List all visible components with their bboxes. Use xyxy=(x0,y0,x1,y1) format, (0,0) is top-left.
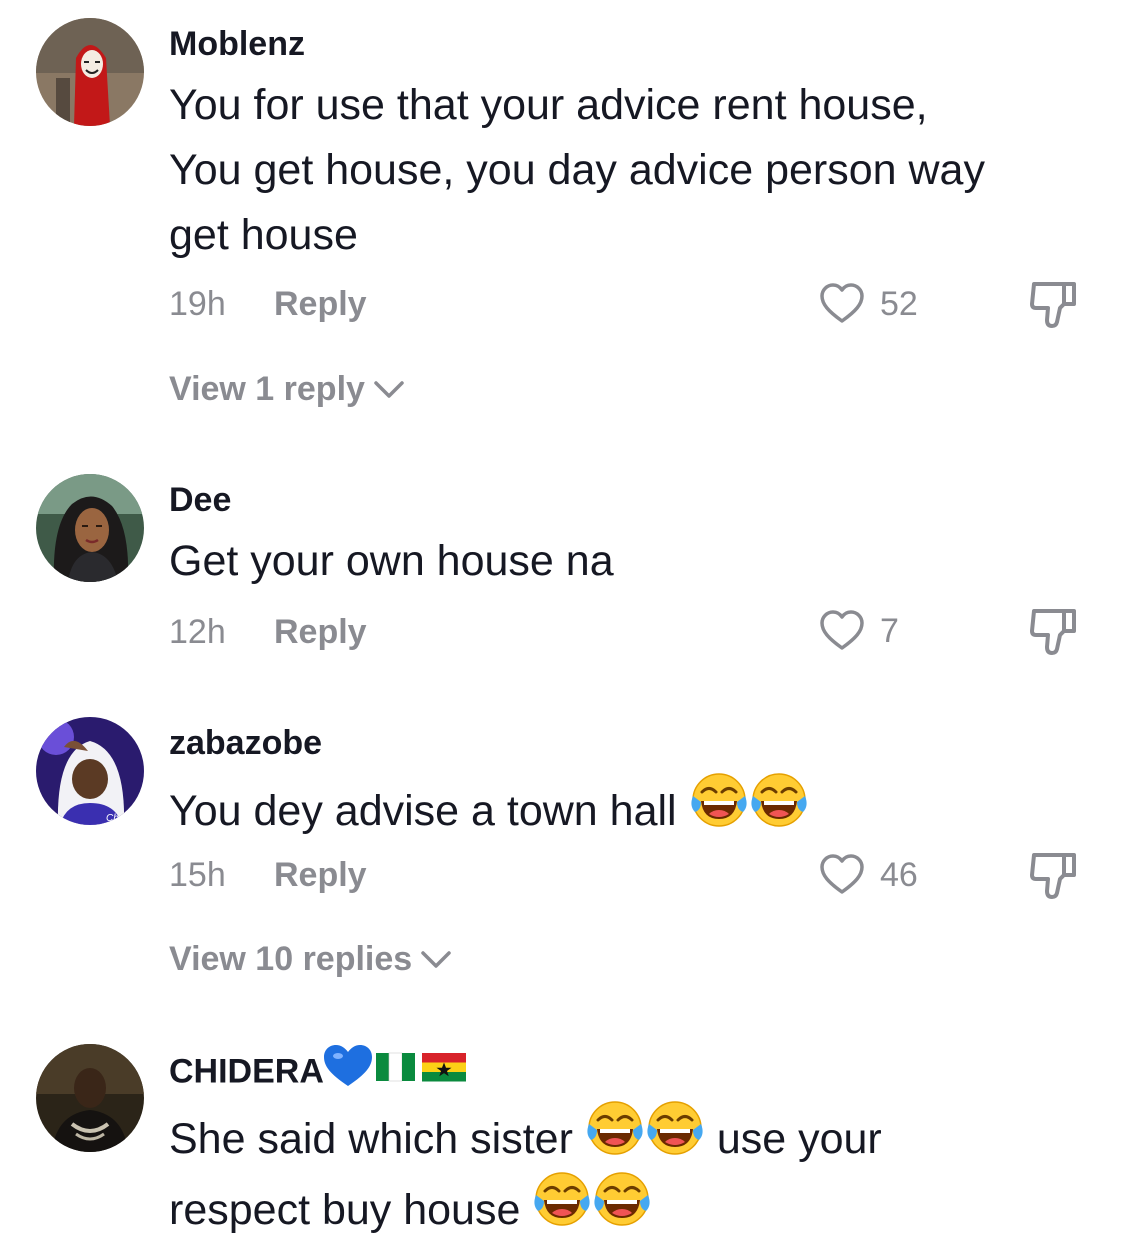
thumbs-down-icon[interactable] xyxy=(1028,278,1080,330)
heart-icon xyxy=(818,280,866,328)
comment-text-segment: use your xyxy=(716,1114,882,1163)
blue-heart-icon xyxy=(323,1045,372,1086)
reply-button[interactable]: Reply xyxy=(274,613,367,652)
comment-text-segment: She said which sister xyxy=(169,1114,573,1163)
comment-text-line: respect buy house xyxy=(169,1177,1079,1248)
comment-text-segment: respect buy house xyxy=(169,1185,521,1234)
username[interactable]: zabazobe xyxy=(169,723,322,763)
avatar[interactable] xyxy=(36,474,144,582)
thumbs-down-icon[interactable] xyxy=(1028,605,1080,657)
username-text: CHIDERA xyxy=(169,1052,324,1091)
thumbs-down-icon[interactable] xyxy=(1028,849,1080,901)
like-button[interactable]: 46 xyxy=(818,851,918,899)
comment-text: You for use that your advice rent house,… xyxy=(169,73,1079,268)
timestamp: 15h xyxy=(169,855,226,894)
avatar[interactable]: Ch xyxy=(36,717,144,825)
avatar[interactable] xyxy=(36,1044,144,1152)
view-replies-label: View 1 reply xyxy=(169,370,365,408)
ghana-flag-icon xyxy=(421,1053,466,1082)
like-count: 52 xyxy=(880,284,918,323)
timestamp: 12h xyxy=(169,612,226,651)
username-emojis xyxy=(323,1044,474,1097)
view-replies-button[interactable]: View 10 replies xyxy=(169,940,452,979)
comment-meta: 19h Reply xyxy=(169,284,367,324)
laughing-emoji-icon xyxy=(749,770,809,849)
username[interactable]: CHIDERA xyxy=(169,1045,474,1097)
laughing-emoji-icon xyxy=(592,1169,652,1248)
comment-text-line: She said which sister use your xyxy=(169,1106,1079,1177)
svg-text:Ch: Ch xyxy=(106,813,119,824)
comment-meta: 15h Reply xyxy=(169,855,367,895)
heart-icon xyxy=(818,607,866,655)
view-replies-label: View 10 replies xyxy=(169,940,413,978)
nigeria-flag-icon xyxy=(375,1052,415,1082)
laughing-emoji-icon xyxy=(689,770,749,849)
laughing-emoji-icon xyxy=(532,1169,592,1248)
comment-text-line: You get house, you day advice person way xyxy=(169,146,985,194)
comment-text: Get your own house na xyxy=(169,537,614,585)
heart-icon xyxy=(818,851,866,899)
view-replies-button[interactable]: View 1 reply xyxy=(169,370,405,409)
chevron-down-icon xyxy=(421,950,451,968)
like-button[interactable]: 7 xyxy=(818,607,899,655)
laughing-emoji-icon xyxy=(645,1098,705,1177)
comment-text-line: get house xyxy=(169,211,358,259)
reply-button[interactable]: Reply xyxy=(274,856,367,895)
like-count: 7 xyxy=(880,611,899,650)
timestamp: 19h xyxy=(169,284,226,323)
comment-text: She said which sister use your respect b… xyxy=(169,1106,1079,1248)
username[interactable]: Dee xyxy=(169,480,231,520)
comment-text-body: You dey advise a town hall xyxy=(169,786,677,835)
username[interactable]: Moblenz xyxy=(169,24,305,64)
comment-meta: 12h Reply xyxy=(169,612,367,652)
comment-text-line: You for use that your advice rent house, xyxy=(169,81,928,129)
reply-button[interactable]: Reply xyxy=(274,285,367,324)
like-button[interactable]: 52 xyxy=(818,280,918,328)
avatar[interactable] xyxy=(36,18,144,126)
laughing-emoji-icon xyxy=(585,1098,645,1177)
like-count: 46 xyxy=(880,855,918,894)
chevron-down-icon xyxy=(374,380,404,398)
comment-text: You dey advise a town hall xyxy=(169,778,1079,849)
